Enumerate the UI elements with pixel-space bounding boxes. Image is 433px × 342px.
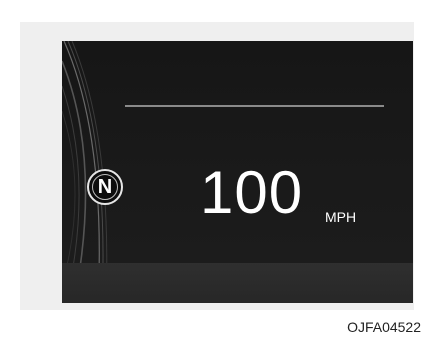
figure-code: OJFA04522 <box>347 319 421 335</box>
cluster-display: N 100 MPH <box>62 41 413 303</box>
illustration-frame: N 100 MPH <box>20 22 414 310</box>
top-divider-line <box>125 105 384 107</box>
gear-letter: N <box>92 174 118 200</box>
bottom-info-band <box>62 263 413 303</box>
speed-readout: 100 <box>200 159 304 226</box>
speed-unit: MPH <box>325 209 357 225</box>
gear-indicator: N <box>87 169 123 205</box>
